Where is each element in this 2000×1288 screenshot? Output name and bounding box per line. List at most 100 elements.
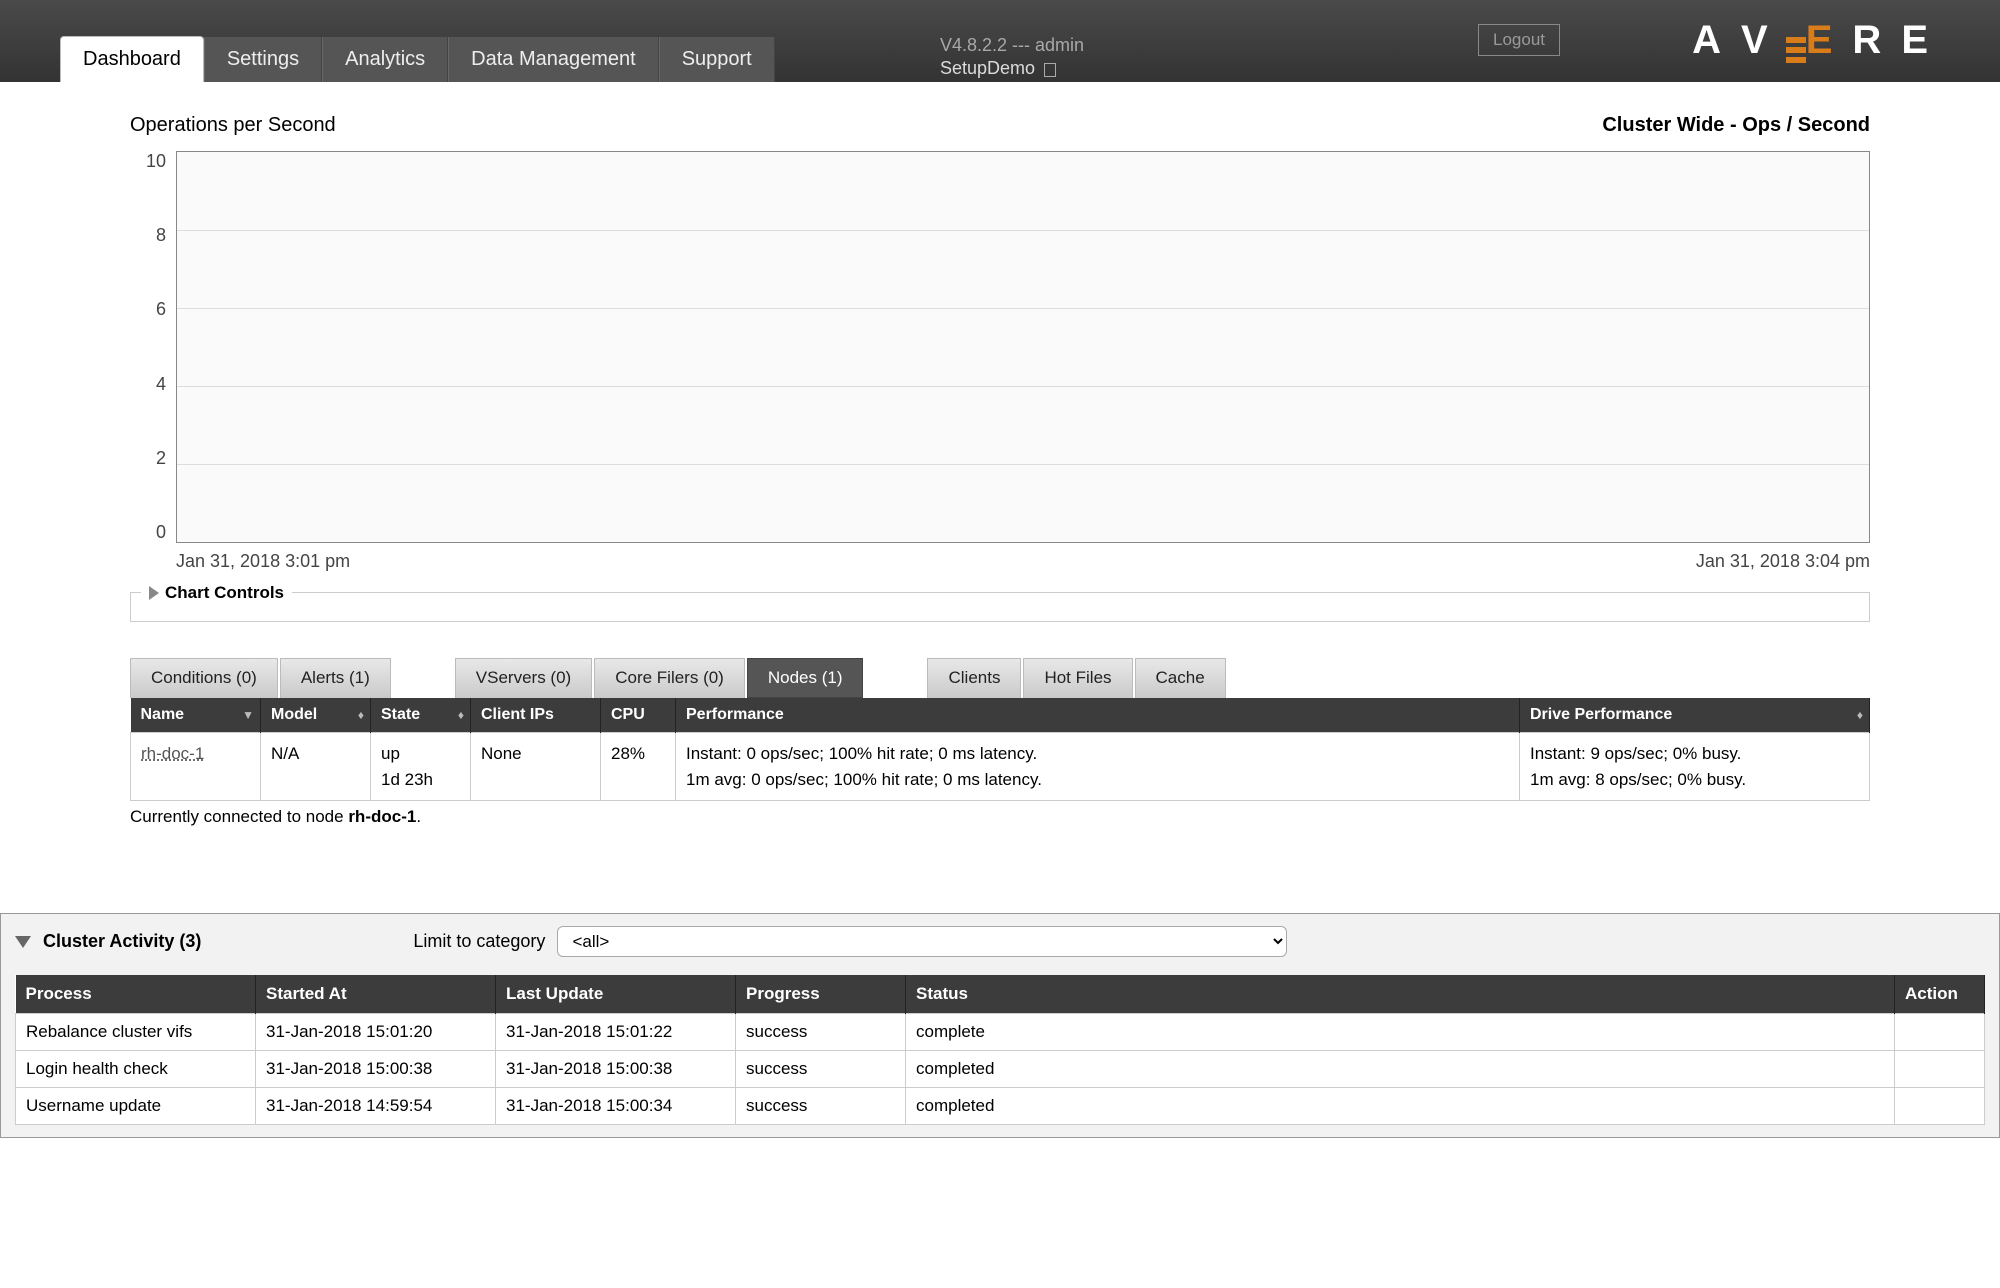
sort-icon: ♦ [1857, 708, 1863, 722]
col-state[interactable]: State♦ [371, 698, 471, 733]
cell-cpu: 28% [601, 733, 676, 801]
expand-icon[interactable] [149, 586, 159, 600]
subtab-corefilers[interactable]: Core Filers (0) [594, 658, 745, 698]
x-end-label: Jan 31, 2018 3:04 pm [1696, 551, 1870, 572]
connected-note: Currently connected to node rh-doc-1. [130, 807, 1870, 827]
y-tick: 8 [156, 225, 166, 246]
subtab-vservers[interactable]: VServers (0) [455, 658, 592, 698]
limit-label: Limit to category [413, 931, 545, 952]
subtab-nodes[interactable]: Nodes (1) [747, 658, 864, 698]
cell-action [1895, 1014, 1985, 1051]
cell-action [1895, 1088, 1985, 1125]
col-model[interactable]: Model♦ [261, 698, 371, 733]
col-process[interactable]: Process [16, 975, 256, 1014]
col-started[interactable]: Started At [256, 975, 496, 1014]
sort-icon: ♦ [358, 708, 364, 722]
logo-letter: R [1852, 18, 1883, 63]
category-select[interactable]: <all> [557, 926, 1287, 957]
chart-area: 10 8 6 4 2 0 [130, 151, 1870, 543]
col-progress[interactable]: Progress [736, 975, 906, 1014]
main-nav: Dashboard Settings Analytics Data Manage… [60, 36, 775, 82]
chart-title-right: Cluster Wide - Ops / Second [1602, 114, 1870, 137]
y-tick: 4 [156, 374, 166, 395]
sort-icon: ♦ [458, 708, 464, 722]
subtab-clients[interactable]: Clients [927, 658, 1021, 698]
y-tick: 0 [156, 522, 166, 543]
cell-started: 31-Jan-2018 15:00:38 [256, 1051, 496, 1088]
cell-status: complete [906, 1014, 1895, 1051]
cell-progress: success [736, 1051, 906, 1088]
cell-started: 31-Jan-2018 15:01:20 [256, 1014, 496, 1051]
table-row: Login health check31-Jan-2018 15:00:3831… [16, 1051, 1985, 1088]
y-axis: 10 8 6 4 2 0 [130, 151, 176, 543]
tab-dashboard[interactable]: Dashboard [60, 36, 204, 82]
cell-updated: 31-Jan-2018 15:01:22 [496, 1014, 736, 1051]
col-name[interactable]: Name▼ [131, 698, 261, 733]
logo-letter: A [1692, 18, 1723, 63]
y-tick: 6 [156, 299, 166, 320]
cell-action [1895, 1051, 1985, 1088]
cell-state: up 1d 23h [371, 733, 471, 801]
table-row: Rebalance cluster vifs31-Jan-2018 15:01:… [16, 1014, 1985, 1051]
col-status[interactable]: Status [906, 975, 1895, 1014]
col-updated[interactable]: Last Update [496, 975, 736, 1014]
y-tick: 10 [146, 151, 166, 172]
nodes-table: Name▼ Model♦ State♦ Client IPs CPU Perfo… [130, 698, 1870, 801]
cell-progress: success [736, 1014, 906, 1051]
document-icon[interactable] [1044, 63, 1056, 77]
y-tick: 2 [156, 448, 166, 469]
cell-updated: 31-Jan-2018 15:00:34 [496, 1088, 736, 1125]
cell-process: Login health check [16, 1051, 256, 1088]
top-bar: Logout A V E R E V4.8.2.2 --- admin Setu… [0, 0, 2000, 82]
activity-table: Process Started At Last Update Progress … [15, 975, 1985, 1125]
cell-model: N/A [261, 733, 371, 801]
logo-letter: V [1741, 18, 1770, 63]
chart-controls-label: Chart Controls [165, 583, 284, 603]
col-action[interactable]: Action [1895, 975, 1985, 1014]
chart-title-left: Operations per Second [130, 114, 336, 137]
logo-bars-icon [1786, 37, 1806, 63]
logo-letter: E [1806, 18, 1835, 63]
tab-data-management[interactable]: Data Management [448, 37, 659, 82]
table-row: Username update31-Jan-2018 14:59:5431-Ja… [16, 1088, 1985, 1125]
cluster-activity-title: Cluster Activity (3) [43, 931, 201, 952]
sort-down-icon: ▼ [242, 708, 254, 722]
cell-progress: success [736, 1088, 906, 1125]
version-line: V4.8.2.2 --- admin [940, 34, 1084, 57]
subtab-cache[interactable]: Cache [1135, 658, 1226, 698]
subtab-gap [393, 658, 453, 698]
subtab-alerts[interactable]: Alerts (1) [280, 658, 391, 698]
table-row: rh-doc-1 N/A up 1d 23h None 28% Instant:… [131, 733, 1870, 801]
subtab-gap [865, 658, 925, 698]
subtab-hotfiles[interactable]: Hot Files [1023, 658, 1132, 698]
x-start-label: Jan 31, 2018 3:01 pm [176, 551, 350, 572]
logo: A V E R E [1692, 18, 1930, 63]
cluster-activity-panel: Cluster Activity (3) Limit to category <… [0, 913, 2000, 1138]
col-performance[interactable]: Performance [676, 698, 1520, 733]
collapse-icon[interactable] [15, 936, 31, 948]
cluster-name: SetupDemo [940, 58, 1035, 78]
version-info: V4.8.2.2 --- admin SetupDemo [940, 34, 1084, 81]
cell-status: completed [906, 1051, 1895, 1088]
col-driveperf[interactable]: Drive Performance♦ [1520, 698, 1870, 733]
chart-controls[interactable]: Chart Controls [130, 592, 1870, 622]
tab-analytics[interactable]: Analytics [322, 37, 448, 82]
logout-button[interactable]: Logout [1478, 24, 1560, 56]
col-cpu[interactable]: CPU [601, 698, 676, 733]
subtabs: Conditions (0) Alerts (1) VServers (0) C… [130, 658, 1870, 698]
cell-updated: 31-Jan-2018 15:00:38 [496, 1051, 736, 1088]
logo-letter: E [1901, 18, 1930, 63]
cell-status: completed [906, 1088, 1895, 1125]
cell-process: Username update [16, 1088, 256, 1125]
cell-started: 31-Jan-2018 14:59:54 [256, 1088, 496, 1125]
node-link[interactable]: rh-doc-1 [141, 744, 204, 763]
cell-clientips: None [471, 733, 601, 801]
cell-process: Rebalance cluster vifs [16, 1014, 256, 1051]
cell-performance: Instant: 0 ops/sec; 100% hit rate; 0 ms … [676, 733, 1520, 801]
chart-plot[interactable] [176, 151, 1870, 543]
cell-driveperf: Instant: 9 ops/sec; 0% busy. 1m avg: 8 o… [1520, 733, 1870, 801]
tab-support[interactable]: Support [659, 37, 775, 82]
col-clientips[interactable]: Client IPs [471, 698, 601, 733]
tab-settings[interactable]: Settings [204, 37, 322, 82]
subtab-conditions[interactable]: Conditions (0) [130, 658, 278, 698]
